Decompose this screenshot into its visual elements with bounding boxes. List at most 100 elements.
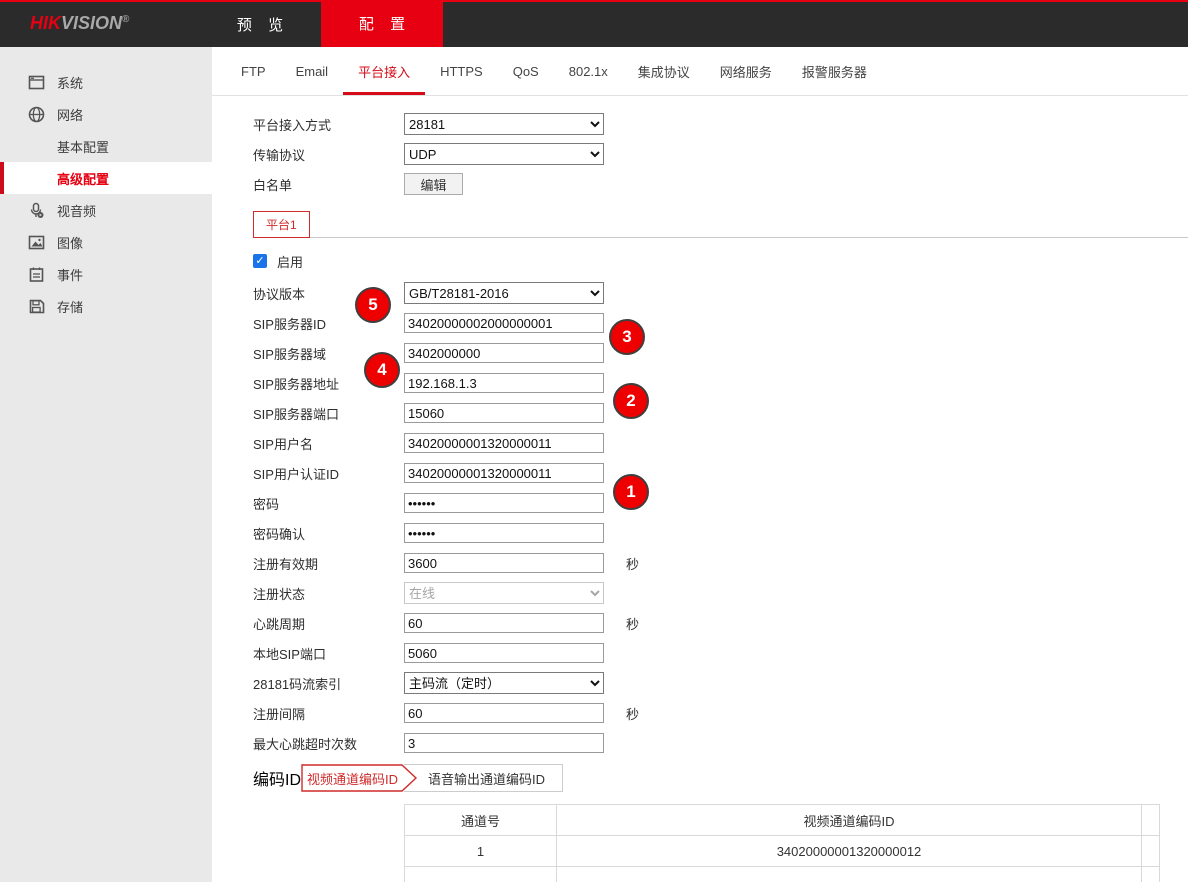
encoding-tab-video-channel[interactable]: 视频通道编码ID [301,764,418,792]
password-row: 密码 [253,488,1188,518]
sip-server-id-row: SIP服务器ID [253,308,1188,338]
heartbeat-input[interactable] [404,613,604,633]
tab-platform-access[interactable]: 平台接入 [343,47,425,95]
video-channel-id-header: 视频通道编码ID [557,805,1142,836]
sidebar-item-storage[interactable]: 存储 [0,290,212,322]
tab-8021x[interactable]: 802.1x [554,47,623,95]
network-globe-icon [28,106,45,123]
sidebar-item-basic-config[interactable]: 基本配置 [0,130,212,162]
platform1-tab[interactable]: 平台1 [253,211,310,238]
enable-row: ✓ 启用 [253,244,1188,278]
max-heartbeat-timeout-input[interactable] [404,733,604,753]
tab-integration-protocol[interactable]: 集成协议 [623,47,705,95]
transport-protocol-select[interactable]: UDP [404,143,604,165]
table-row[interactable]: 1 34020000001320000012 [405,836,1160,867]
max-heartbeat-timeout-row: 最大心跳超时次数 [253,728,1188,758]
sip-server-port-label: SIP服务器端口 [253,404,404,423]
sidebar-item-image[interactable]: 图像 [0,226,212,258]
top-tab-preview[interactable]: 预 览 [199,2,321,47]
settings-tabbar: FTP Email 平台接入 HTTPS QoS 802.1x 集成协议 网络服… [212,47,1188,96]
tab-network-service[interactable]: 网络服务 [705,47,787,95]
encoding-id-tabs: 视频通道编码ID 语音输出通道编码ID [301,764,563,792]
sip-auth-id-label: SIP用户认证ID [253,464,404,483]
password-confirm-input[interactable] [404,523,604,543]
sip-username-input[interactable] [404,433,604,453]
table-row-empty [405,867,1160,882]
logo-hik: HIK [30,13,61,33]
register-interval-input[interactable] [404,703,604,723]
tab-email[interactable]: Email [281,47,344,95]
platform-access-form: 平台接入方式 28181 传输协议 UDP 白名单 编辑 平台1 ✓ 启用 协议… [212,96,1188,882]
stream-index-row: 28181码流索引 主码流（定时） [253,668,1188,698]
platform-access-mode-row: 平台接入方式 28181 [253,109,1188,139]
sidebar-item-network[interactable]: 网络 [0,98,212,130]
system-window-icon [28,74,45,91]
step-badge-1: 1 [613,474,649,510]
empty-cell [557,867,1142,882]
password-input[interactable] [404,493,604,513]
sip-server-port-input[interactable] [404,403,604,423]
encoding-id-label: 编码ID [253,766,301,790]
video-channel-id-cell: 34020000001320000012 [557,836,1142,867]
stream-index-select[interactable]: 主码流（定时） [404,672,604,694]
encoding-tab-video-label: 视频通道编码ID [301,764,404,792]
sidebar-item-event[interactable]: 事件 [0,258,212,290]
table-header-row: 通道号 视频通道编码ID [405,805,1160,836]
heartbeat-row: 心跳周期 秒 [253,608,1188,638]
protocol-version-select[interactable]: GB/T28181-2016 [404,282,604,304]
register-interval-label: 注册间隔 [253,704,404,723]
page: HIKVISION® 预 览 配 置 系统 网络 基本配置 高级配置 [0,0,1188,882]
table-header-spacer [1142,805,1160,836]
register-validity-row: 注册有效期 秒 [253,548,1188,578]
tab-ftp[interactable]: FTP [226,47,281,95]
sip-server-domain-input[interactable] [404,343,604,363]
sip-auth-id-input[interactable] [404,463,604,483]
sidebar-item-label: 视音频 [57,201,96,220]
tab-alarm-server[interactable]: 报警服务器 [787,47,882,95]
register-interval-row: 注册间隔 秒 [253,698,1188,728]
sidebar-item-label: 系统 [57,73,83,92]
step-badge-5: 5 [355,287,391,323]
platform-tab-divider [310,237,1188,238]
step-badge-3: 3 [609,319,645,355]
encoding-id-row: 编码ID 视频通道编码ID 语音输出通道编码ID [253,760,1188,796]
encoding-tab-audio-label: 语音输出通道编码ID [428,769,545,788]
tab-qos[interactable]: QoS [498,47,554,95]
top-navigation: 预 览 配 置 [199,2,443,47]
top-tab-configuration[interactable]: 配 置 [321,0,443,47]
empty-cell [1142,867,1160,882]
stream-index-label: 28181码流索引 [253,674,404,693]
storage-disk-icon [28,298,45,315]
sip-username-row: SIP用户名 [253,428,1188,458]
password-confirm-label: 密码确认 [253,524,404,543]
sidebar-item-label: 网络 [57,105,83,124]
sidebar-item-label: 高级配置 [57,169,109,188]
enable-label: 启用 [277,252,303,271]
whitelist-edit-button[interactable]: 编辑 [404,173,463,195]
topbar: HIKVISION® 预 览 配 置 [0,0,1188,47]
seconds-unit: 秒 [626,554,639,573]
sidebar-item-label: 图像 [57,233,83,252]
password-confirm-row: 密码确认 [253,518,1188,548]
sidebar-item-advanced-config[interactable]: 高级配置 [0,162,212,194]
tab-https[interactable]: HTTPS [425,47,498,95]
empty-cell [405,867,557,882]
whitelist-label: 白名单 [253,175,404,194]
local-sip-port-row: 本地SIP端口 [253,638,1188,668]
platform-access-mode-select[interactable]: 28181 [404,113,604,135]
sip-server-id-input[interactable] [404,313,604,333]
enable-checkbox[interactable]: ✓ [253,254,267,268]
event-calendar-icon [28,266,45,283]
heartbeat-label: 心跳周期 [253,614,404,633]
sip-server-address-input[interactable] [404,373,604,393]
table-row-spacer [1142,836,1160,867]
register-validity-input[interactable] [404,553,604,573]
video-channel-id-table: 通道号 视频通道编码ID 1 34020000001320000012 [404,804,1160,882]
audio-video-mic-icon [28,202,45,219]
sidebar-item-audio-video[interactable]: 视音频 [0,194,212,226]
sidebar-item-system[interactable]: 系统 [0,66,212,98]
local-sip-port-input[interactable] [404,643,604,663]
encoding-tab-audio-output[interactable]: 语音输出通道编码ID [404,764,563,792]
local-sip-port-label: 本地SIP端口 [253,644,404,663]
step-badge-4: 4 [364,352,400,388]
